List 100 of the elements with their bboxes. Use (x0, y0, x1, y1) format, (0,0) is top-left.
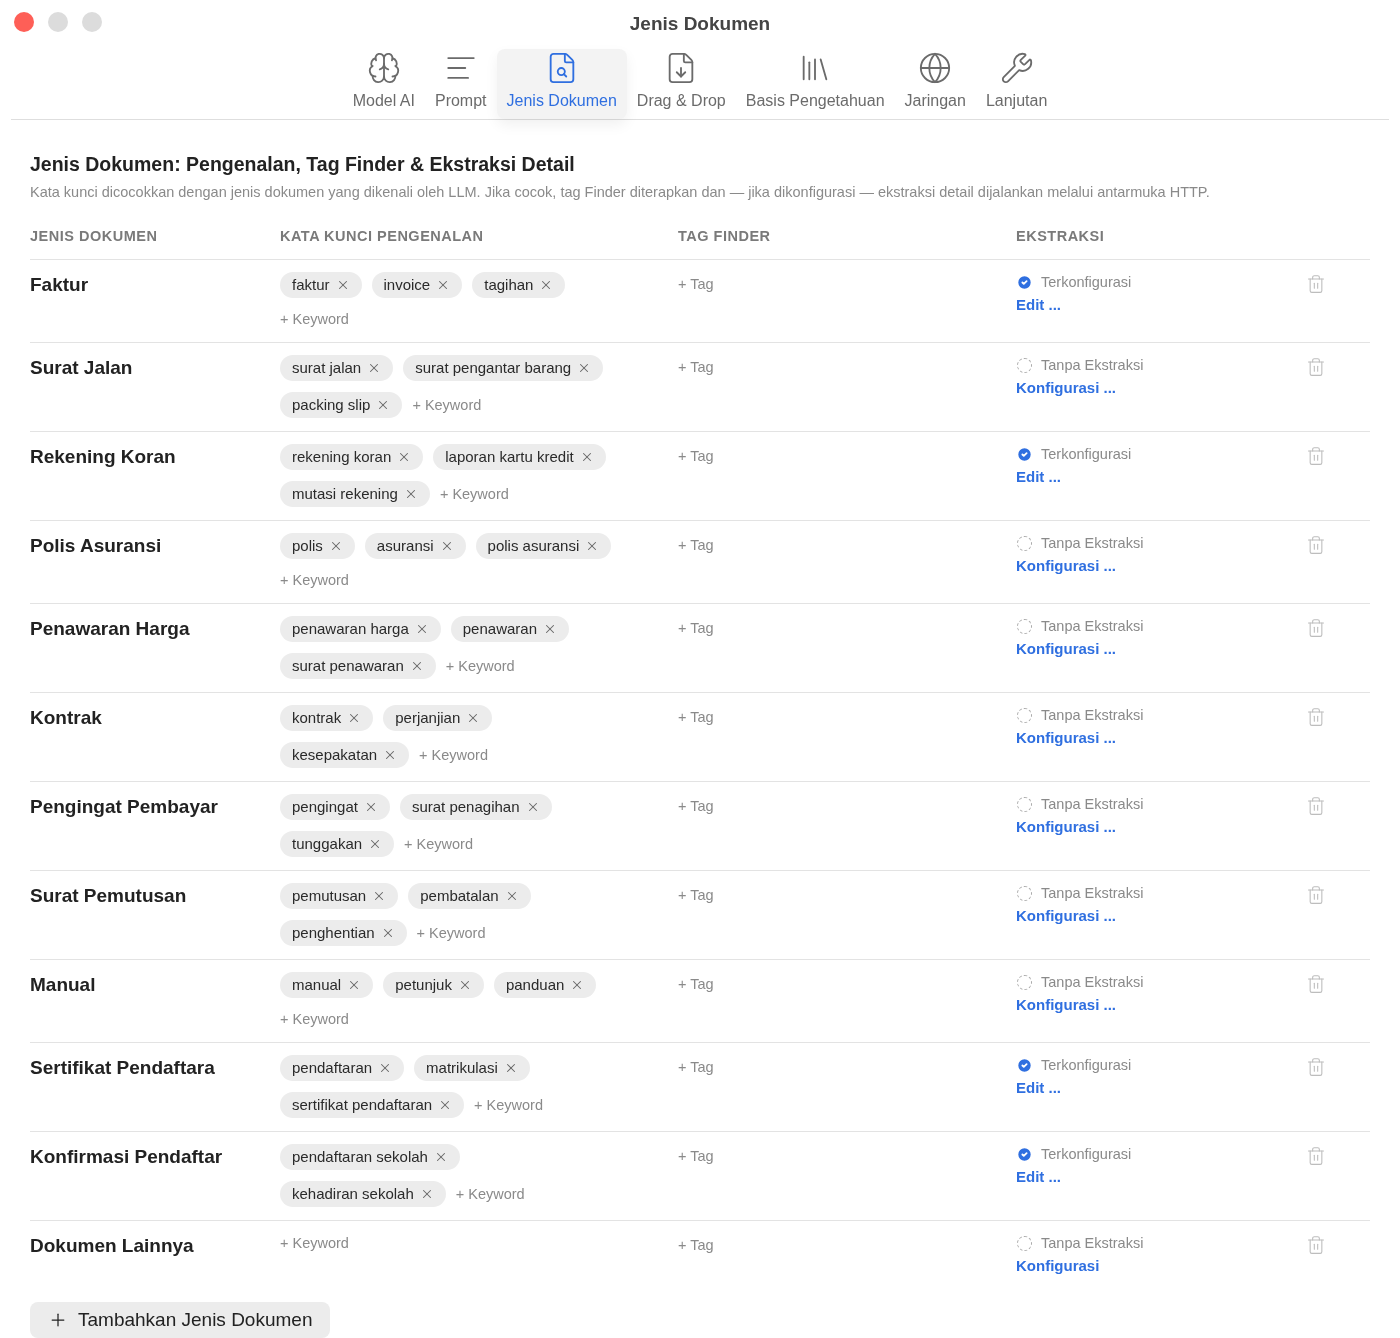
document-type-name: Penawaran Harga (30, 617, 191, 642)
extraction-link[interactable]: Konfigurasi (1016, 1256, 1100, 1277)
extraction-link[interactable]: Konfigurasi ... (1016, 639, 1116, 660)
keyword-chip: kesepakatan (280, 742, 410, 769)
keyword-chip: surat penawaran (280, 653, 436, 680)
keyword-chip: kontrak (280, 705, 374, 732)
toolbar-tab[interactable]: Prompt (424, 48, 497, 119)
keyword-chip: perjanjian (383, 705, 493, 732)
window-title: Jenis Dokumen (629, 12, 771, 36)
add-tag-button[interactable]: + Tag (678, 1235, 714, 1256)
keyword-chip: asuransi (364, 533, 466, 560)
toolbar-tab[interactable]: Basis Pengetahuan (735, 48, 895, 119)
extraction-link[interactable]: Edit ... (1016, 295, 1061, 316)
add-tag-button[interactable]: + Tag (678, 1146, 714, 1167)
keyword-chip: tagihan (472, 272, 566, 299)
add-keyword-button[interactable]: + Keyword (412, 395, 482, 416)
add-tag-button[interactable]: + Tag (678, 796, 714, 817)
keyword-chip: matrikulasi (414, 1055, 530, 1082)
section-description: Kata kunci dicocokkan dengan jenis dokumen yang dikenali oleh LLM. Jika cocok, tag Finder diterapkan dan — jika dikonfigurasi — ekstraksi detail dijalankan melalui antarmuka HTTP. (30, 182, 1211, 202)
keyword-chip: surat pengantar barang (403, 355, 604, 382)
wrench-icon (999, 50, 1034, 85)
add-keyword-button[interactable]: + Keyword (280, 309, 349, 330)
extraction-link[interactable]: Konfigurasi ... (1016, 995, 1116, 1016)
keyword-chip: pendaftaran sekolah (280, 1144, 460, 1171)
keyword-chip: faktur (280, 272, 362, 299)
keyword-chip: penawaran (450, 616, 569, 643)
extraction-status: Tanpa Ekstraksi (1041, 1234, 1144, 1254)
extraction-link[interactable]: Konfigurasi ... (1016, 378, 1116, 399)
extraction-status: Terkonfigurasi (1041, 445, 1132, 465)
document-type-name: Konfirmasi Pendaftar (30, 1145, 224, 1170)
extraction-status: Tanpa Ekstraksi (1041, 356, 1144, 376)
extraction-status: Tanpa Ekstraksi (1041, 973, 1144, 993)
toolbar-tab[interactable]: Model AI (342, 48, 425, 119)
keyword-chip: surat jalan (280, 355, 394, 382)
column-header: JENIS DOKUMEN (30, 226, 159, 246)
extraction-status: Terkonfigurasi (1041, 1056, 1132, 1076)
keyword-chip: manual (280, 972, 374, 999)
add-tag-button[interactable]: + Tag (678, 974, 714, 995)
add-keyword-button[interactable]: + Keyword (474, 1095, 543, 1116)
toolbar-tab[interactable]: Drag & Drop (626, 48, 736, 119)
extraction-status: Tanpa Ekstraksi (1041, 617, 1144, 637)
document-type-name: Rekening Koran (30, 445, 177, 470)
add-tag-button[interactable]: + Tag (678, 446, 714, 467)
add-keyword-button[interactable]: + Keyword (419, 745, 488, 766)
add-tag-button[interactable]: + Tag (678, 535, 714, 556)
column-header: KATA KUNCI PENGENALAN (280, 226, 485, 246)
extraction-link[interactable]: Konfigurasi ... (1016, 728, 1116, 749)
keyword-chip: petunjuk (383, 972, 484, 999)
extraction-status: Tanpa Ekstraksi (1041, 534, 1144, 554)
keyword-chip: pendaftaran (280, 1055, 405, 1082)
extraction-link[interactable]: Edit ... (1016, 1078, 1061, 1099)
keyword-chip: kehadiran sekolah (280, 1181, 446, 1208)
brain-icon (366, 50, 401, 85)
extraction-status: Terkonfigurasi (1041, 1145, 1132, 1165)
add-keyword-button[interactable]: + Keyword (455, 1184, 525, 1205)
keyword-chip: laporan kartu kredit (433, 444, 606, 471)
document-type-name: Sertifikat Pendaftara (30, 1056, 216, 1081)
add-keyword-button[interactable]: + Keyword (280, 570, 349, 591)
add-keyword-button[interactable]: + Keyword (404, 834, 473, 855)
toolbar-tab[interactable]: Jenis Dokumen (496, 48, 627, 119)
add-keyword-button[interactable]: + Keyword (280, 1009, 349, 1030)
extraction-status: Terkonfigurasi (1041, 273, 1132, 293)
keyword-chip: tunggakan (280, 831, 395, 858)
keyword-chip: surat penagihan (399, 794, 552, 821)
document-type-name: Dokumen Lainnya (30, 1234, 195, 1259)
extraction-link[interactable]: Edit ... (1016, 1167, 1061, 1188)
add-document-type-button[interactable]: Tambahkan Jenis Dokumen (30, 1302, 331, 1338)
document-type-name: Surat Pemutusan (30, 884, 188, 909)
extraction-link[interactable]: Konfigurasi ... (1016, 906, 1116, 927)
extraction-status: Tanpa Ekstraksi (1041, 884, 1144, 904)
toolbar-tab[interactable]: Lanjutan (975, 48, 1058, 119)
add-tag-button[interactable]: + Tag (678, 1057, 714, 1078)
add-tag-button[interactable]: + Tag (678, 274, 714, 295)
column-header: TAG FINDER (678, 226, 772, 246)
add-keyword-button[interactable]: + Keyword (416, 923, 486, 944)
keyword-chip: polis asuransi (475, 533, 612, 560)
document-type-name: Polis Asuransi (30, 534, 163, 559)
keyword-chip: polis (280, 533, 355, 560)
add-tag-button[interactable]: + Tag (678, 357, 714, 378)
close-button[interactable] (14, 12, 34, 32)
extraction-link[interactable]: Edit ... (1016, 467, 1061, 488)
globe-icon (918, 50, 953, 85)
add-tag-button[interactable]: + Tag (678, 618, 714, 639)
add-keyword-button[interactable]: + Keyword (445, 656, 515, 677)
keyword-chip: invoice (371, 272, 463, 299)
toolbar-tab[interactable]: Jaringan (894, 48, 976, 119)
document-type-name: Pengingat Pembayar (30, 795, 219, 820)
add-keyword-button[interactable]: + Keyword (439, 484, 509, 505)
document-type-name: Faktur (30, 273, 90, 298)
document-type-name: Kontrak (30, 706, 103, 731)
document-type-name: Manual (30, 973, 97, 998)
document-type-name: Surat Jalan (30, 356, 134, 381)
section-title: Jenis Dokumen: Pengenalan, Tag Finder & Ekstraksi Detail (30, 151, 576, 177)
keyword-chip: packing slip (280, 392, 403, 419)
extraction-link[interactable]: Konfigurasi ... (1016, 556, 1116, 577)
add-keyword-button[interactable]: + Keyword (280, 1233, 349, 1254)
extraction-link[interactable]: Konfigurasi ... (1016, 817, 1116, 838)
add-tag-button[interactable]: + Tag (678, 707, 714, 728)
add-tag-button[interactable]: + Tag (678, 885, 714, 906)
extraction-status: Tanpa Ekstraksi (1041, 706, 1144, 726)
